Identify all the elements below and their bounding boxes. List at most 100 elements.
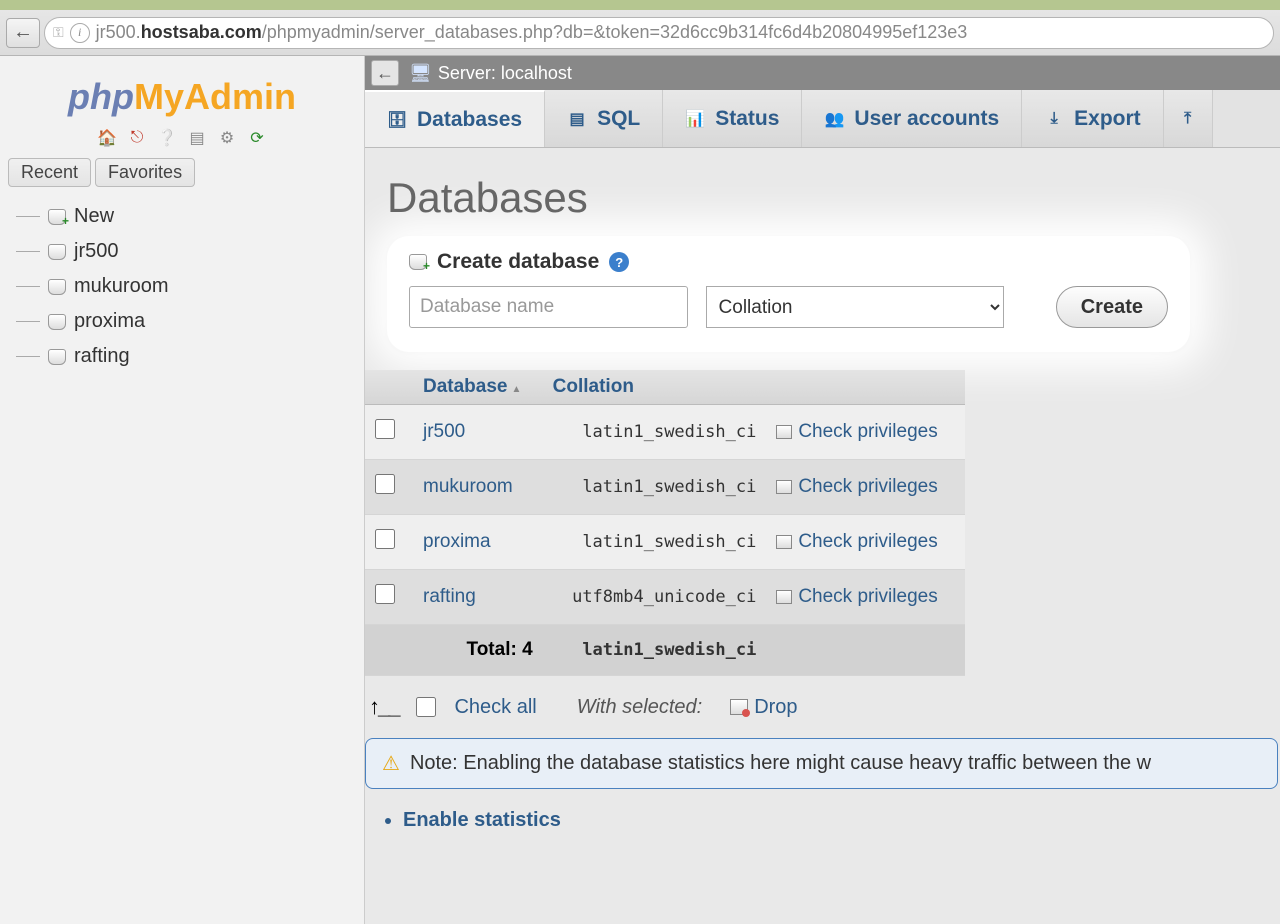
database-icon xyxy=(48,314,66,330)
tree-item-label: proxima xyxy=(74,310,145,333)
tree-item-proxima[interactable]: proxima xyxy=(12,304,364,339)
col-checkbox xyxy=(365,370,413,405)
status-icon: 📊 xyxy=(685,109,705,129)
tree-new-db[interactable]: New xyxy=(12,199,364,234)
breadcrumb-text: Server: localhost xyxy=(438,63,572,84)
row-checkbox[interactable] xyxy=(375,529,395,549)
col-database[interactable]: Database▲ xyxy=(413,370,543,405)
warning-icon: ⚠ xyxy=(382,751,400,776)
col-collation[interactable]: Collation xyxy=(543,370,767,405)
tree-item-rafting[interactable]: rafting xyxy=(12,339,364,374)
with-selected-label: With selected: xyxy=(577,696,702,719)
note-text: Note: Enabling the database statistics h… xyxy=(410,752,1151,775)
site-info-icon[interactable]: i xyxy=(70,23,90,43)
collation-select[interactable]: Collation xyxy=(706,286,1004,328)
url-text: jr500.hostsaba.com/phpmyadmin/server_dat… xyxy=(96,22,968,43)
table-row: mukuroom latin1_swedish_ci Check privile… xyxy=(365,460,965,515)
table-total-row: Total: 4 latin1_swedish_ci xyxy=(365,625,965,676)
help-icon[interactable]: ? xyxy=(609,252,629,272)
database-name-input[interactable] xyxy=(409,286,688,328)
window-top-strip xyxy=(0,0,1280,10)
row-collation: latin1_swedish_ci xyxy=(543,460,767,515)
table-bulk-actions: ↑__ Check all With selected: Drop xyxy=(365,676,1280,734)
enable-statistics-link[interactable]: Enable statistics xyxy=(403,809,1280,832)
tab-databases[interactable]: 🗄 Databases xyxy=(365,90,545,147)
check-all-link[interactable]: Check all xyxy=(454,696,536,719)
check-privileges-link[interactable]: Check privileges xyxy=(798,531,937,552)
database-icon xyxy=(48,244,66,260)
tab-export[interactable]: ⤓ Export xyxy=(1022,90,1164,147)
check-privileges-link[interactable]: Check privileges xyxy=(798,586,937,607)
databases-table: Database▲ Collation jr500 latin1_swedish… xyxy=(365,370,965,676)
row-checkbox[interactable] xyxy=(375,584,395,604)
reload-icon[interactable]: ⟳ xyxy=(247,128,267,148)
logo-myadmin: MyAdmin xyxy=(134,76,296,117)
tab-favorites[interactable]: Favorites xyxy=(95,158,195,187)
row-collation: latin1_swedish_ci xyxy=(543,405,767,460)
tree-item-label: mukuroom xyxy=(74,275,168,298)
sql-icon: ▤ xyxy=(567,109,587,129)
key-icon: ⚿ xyxy=(53,24,64,41)
tree-item-label: jr500 xyxy=(74,240,118,263)
tree-new-label: New xyxy=(74,205,114,228)
server-icon: 🖥 xyxy=(409,63,432,84)
privileges-icon xyxy=(776,480,792,494)
database-icon xyxy=(48,349,66,365)
drop-link[interactable]: Drop xyxy=(730,696,797,719)
arrow-up-icon: ↑__ xyxy=(369,694,398,720)
export-icon: ⤓ xyxy=(1044,109,1064,129)
import-icon: ⤒ xyxy=(1178,109,1198,129)
db-new-icon xyxy=(48,209,66,225)
logout-icon[interactable]: ⎋ xyxy=(127,128,147,148)
statistics-note: ⚠ Note: Enabling the database statistics… xyxy=(365,738,1278,789)
tab-status[interactable]: 📊 Status xyxy=(663,90,802,147)
main-panel: ← 🖥 Server: localhost 🗄 Databases ▤ SQL … xyxy=(365,56,1280,924)
tab-label: Export xyxy=(1074,107,1141,131)
phpmyadmin-logo[interactable]: phpMyAdmin xyxy=(0,56,364,124)
tab-more[interactable]: ⤒ xyxy=(1164,90,1213,147)
row-checkbox[interactable] xyxy=(375,474,395,494)
settings-gear-icon[interactable]: ⚙ xyxy=(217,128,237,148)
database-icon xyxy=(48,279,66,295)
home-icon[interactable]: 🏠 xyxy=(97,128,117,148)
tab-recent[interactable]: Recent xyxy=(8,158,91,187)
check-all-checkbox[interactable] xyxy=(416,697,436,717)
create-button[interactable]: Create xyxy=(1056,286,1168,328)
table-row: rafting utf8mb4_unicode_ci Check privile… xyxy=(365,570,965,625)
docs-help-icon[interactable]: ❔ xyxy=(157,128,177,148)
recent-favorites-tabs: Recent Favorites xyxy=(0,158,364,193)
row-checkbox[interactable] xyxy=(375,419,395,439)
db-link-rafting[interactable]: rafting xyxy=(423,586,476,607)
drop-label: Drop xyxy=(754,696,797,719)
tab-label: User accounts xyxy=(854,107,999,131)
create-db-heading-text: Create database xyxy=(437,250,599,274)
tree-item-mukuroom[interactable]: mukuroom xyxy=(12,269,364,304)
page-title: Databases xyxy=(365,148,1280,236)
sidebar-quick-icons: 🏠 ⎋ ❔ ▤ ⚙ ⟳ xyxy=(0,124,364,158)
db-link-mukuroom[interactable]: mukuroom xyxy=(423,476,513,497)
table-row: proxima latin1_swedish_ci Check privileg… xyxy=(365,515,965,570)
check-privileges-link[interactable]: Check privileges xyxy=(798,476,937,497)
arrow-left-icon: ← xyxy=(13,21,33,44)
tab-user-accounts[interactable]: 👥 User accounts xyxy=(802,90,1022,147)
collapse-nav-button[interactable]: ← xyxy=(371,60,399,86)
browser-back-button[interactable]: ← xyxy=(6,18,40,48)
logo-php: php xyxy=(68,76,134,117)
tab-label: Databases xyxy=(417,108,522,132)
table-row: jr500 latin1_swedish_ci Check privileges xyxy=(365,405,965,460)
sql-query-icon[interactable]: ▤ xyxy=(187,128,207,148)
nav-sidebar: phpMyAdmin 🏠 ⎋ ❔ ▤ ⚙ ⟳ Recent Favorites … xyxy=(0,56,365,924)
tab-label: Status xyxy=(715,107,779,131)
address-bar[interactable]: ⚿ i jr500.hostsaba.com/phpmyadmin/server… xyxy=(44,17,1274,49)
tree-item-jr500[interactable]: jr500 xyxy=(12,234,364,269)
db-link-proxima[interactable]: proxima xyxy=(423,531,491,552)
tab-sql[interactable]: ▤ SQL xyxy=(545,90,663,147)
breadcrumb[interactable]: 🖥 Server: localhost xyxy=(409,63,572,84)
drop-icon xyxy=(730,699,748,715)
check-privileges-link[interactable]: Check privileges xyxy=(798,421,937,442)
total-collation: latin1_swedish_ci xyxy=(543,625,767,676)
col-action xyxy=(766,370,965,405)
create-database-panel: Create database ? Collation Create xyxy=(387,236,1190,352)
privileges-icon xyxy=(776,425,792,439)
db-link-jr500[interactable]: jr500 xyxy=(423,421,465,442)
